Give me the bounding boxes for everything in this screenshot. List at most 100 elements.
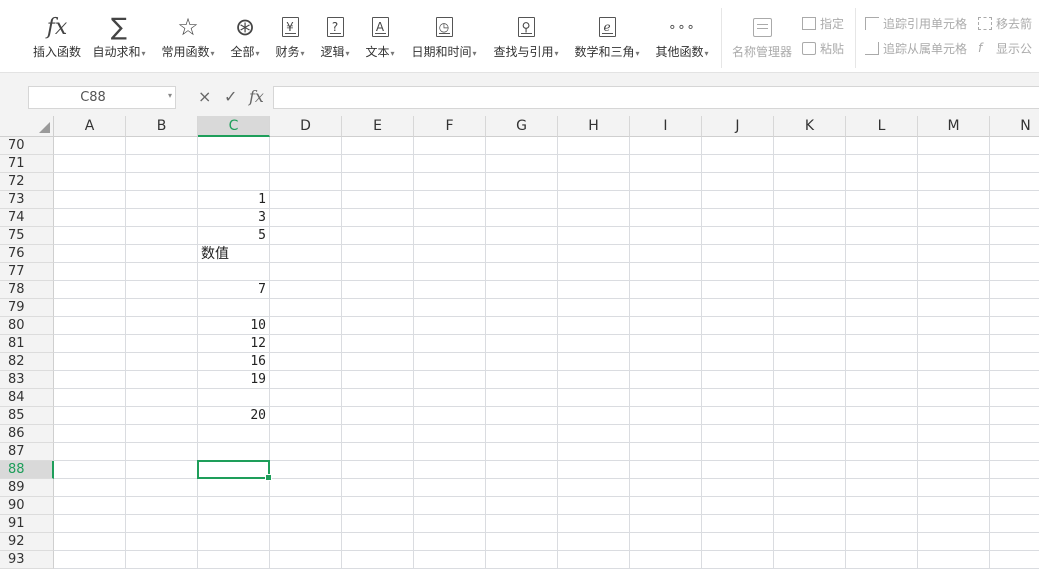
formulas-ribbon: fx 插入函数 ∑ 自动求和▾ ☆ 常用函数▾ ⊛ 全部▾ ¥ 财务▾? 逻辑▾ A 文本▾ ◷ 日期和时间… (0, 0, 1039, 72)
trace-precedents-label: 追踪引用单元格 (883, 16, 968, 31)
column-header-k[interactable]: K (774, 116, 846, 137)
e-icon: e (598, 12, 616, 42)
column-header-g[interactable]: G (486, 116, 558, 137)
row-header-81[interactable]: 81 (0, 335, 54, 353)
row-header-77[interactable]: 77 (0, 263, 54, 281)
dropdown-arrow-icon: ▾ (390, 49, 395, 58)
cell-c85[interactable]: 20 (198, 407, 269, 425)
cell-c81[interactable]: 12 (198, 335, 269, 353)
lookup-button[interactable]: ⚲ 查找与引用▾ (487, 0, 565, 70)
column-header-m[interactable]: M (918, 116, 990, 137)
name-box[interactable]: C88 ▾ (28, 86, 176, 109)
row-header-75[interactable]: 75 (0, 227, 54, 245)
formula-input[interactable] (273, 86, 1039, 109)
define-label: 指定 (820, 16, 845, 31)
column-header-c[interactable]: C (198, 116, 270, 137)
show-formulas-button[interactable]: f 显示公 (978, 38, 1032, 58)
fx-icon[interactable]: fx (249, 88, 264, 106)
other-button[interactable]: ∘∘∘ 其他函数▾ (649, 0, 715, 70)
row-header-80[interactable]: 80 (0, 317, 54, 335)
asterisk-icon: ⊛ (234, 13, 256, 41)
active-cell-selection[interactable] (197, 460, 272, 481)
other-label-text: 其他函数 (655, 45, 704, 59)
other-label: 其他函数▾ (655, 43, 708, 60)
row-header-87[interactable]: 87 (0, 443, 54, 461)
row-header-88[interactable]: 88 (0, 461, 54, 479)
define-button[interactable]: 指定 (802, 13, 844, 33)
name-manager-button[interactable]: 名称管理器 (729, 0, 795, 70)
finance-button[interactable]: ¥ 财务▾ (270, 0, 310, 70)
cell-c73[interactable]: 1 (198, 191, 269, 209)
all-functions-button[interactable]: ⊛ 全部▾ (224, 0, 266, 70)
row-header-71[interactable]: 71 (0, 155, 54, 173)
column-header-j[interactable]: J (702, 116, 774, 137)
row-header-74[interactable]: 74 (0, 209, 54, 227)
cell-c83[interactable]: 19 (198, 371, 269, 389)
autosum-button[interactable]: ∑ 自动求和▾ (88, 0, 150, 70)
column-header-e[interactable]: E (342, 116, 414, 137)
row-header-73[interactable]: 73 (0, 191, 54, 209)
finance-label-text: 财务 (275, 45, 300, 59)
row-header-82[interactable]: 82 (0, 353, 54, 371)
row-header-83[interactable]: 83 (0, 371, 54, 389)
select-all-corner[interactable] (0, 116, 54, 137)
text-button[interactable]: A 文本▾ (360, 0, 400, 70)
grid-line (125, 137, 126, 569)
cell-c74[interactable]: 3 (198, 209, 269, 227)
cell-c78[interactable]: 7 (198, 281, 269, 299)
autosum-label-text: 自动求和 (92, 45, 141, 59)
magnifier-icon: ⚲ (517, 12, 535, 42)
datetime-button[interactable]: ◷ 日期和时间▾ (405, 0, 483, 70)
row-header-72[interactable]: 72 (0, 173, 54, 191)
logic-button[interactable]: ? 逻辑▾ (314, 0, 356, 70)
cell-c75[interactable]: 5 (198, 227, 269, 245)
row-header-91[interactable]: 91 (0, 515, 54, 533)
math-button[interactable]: e 数学和三角▾ (568, 0, 646, 70)
row-header-93[interactable]: 93 (0, 551, 54, 569)
cell-c82[interactable]: 16 (198, 353, 269, 371)
column-header-f[interactable]: F (414, 116, 486, 137)
row-header-85[interactable]: 85 (0, 407, 54, 425)
column-header-i[interactable]: I (630, 116, 702, 137)
column-header-b[interactable]: B (126, 116, 198, 137)
more-icon: ∘∘∘ (668, 19, 696, 35)
common-functions-button[interactable]: ☆ 常用函数▾ (156, 0, 220, 70)
row-header-76[interactable]: 76 (0, 245, 54, 263)
dropdown-arrow-icon: ▾ (704, 49, 709, 58)
row-header-86[interactable]: 86 (0, 425, 54, 443)
column-header-h[interactable]: H (558, 116, 630, 137)
grid-line (701, 137, 702, 569)
trace-precedents-icon (865, 16, 879, 30)
column-header-a[interactable]: A (54, 116, 126, 137)
trace-dependents-icon (865, 41, 879, 55)
grid-line (54, 550, 1039, 551)
cancel-icon[interactable]: × (198, 88, 211, 106)
grid-line (773, 137, 774, 569)
name-manager-label: 名称管理器 (731, 45, 792, 59)
datetime-label-text: 日期和时间 (411, 45, 472, 59)
insert-function-button[interactable]: fx 插入函数 (24, 0, 90, 70)
math-label-text: 数学和三角 (574, 45, 635, 59)
trace-precedents-button[interactable]: 追踪引用单元格 (865, 13, 967, 33)
trace-dependents-button[interactable]: 追踪从属单元格 (865, 38, 967, 58)
column-header-l[interactable]: L (846, 116, 918, 137)
column-header-n[interactable]: N (990, 116, 1039, 137)
trace-dependents-label: 追踪从属单元格 (883, 41, 968, 56)
chevron-down-icon[interactable]: ▾ (168, 91, 172, 100)
formula-bar: C88 ▾ × ✓ fx (0, 72, 1039, 116)
row-header-78[interactable]: 78 (0, 281, 54, 299)
remove-arrows-button[interactable]: 移去箭 (978, 13, 1032, 33)
cell-c80[interactable]: 10 (198, 317, 269, 335)
column-header-d[interactable]: D (270, 116, 342, 137)
row-header-92[interactable]: 92 (0, 533, 54, 551)
paste-button[interactable]: 粘贴 (802, 38, 844, 58)
row-header-70[interactable]: 70 (0, 137, 54, 155)
paste-label: 粘贴 (820, 41, 845, 56)
dropdown-arrow-icon: ▾ (472, 49, 477, 58)
cell-c76[interactable]: 数值 (198, 245, 269, 263)
row-header-90[interactable]: 90 (0, 497, 54, 515)
row-header-84[interactable]: 84 (0, 389, 54, 407)
row-header-89[interactable]: 89 (0, 479, 54, 497)
row-header-79[interactable]: 79 (0, 299, 54, 317)
confirm-icon[interactable]: ✓ (224, 88, 237, 106)
